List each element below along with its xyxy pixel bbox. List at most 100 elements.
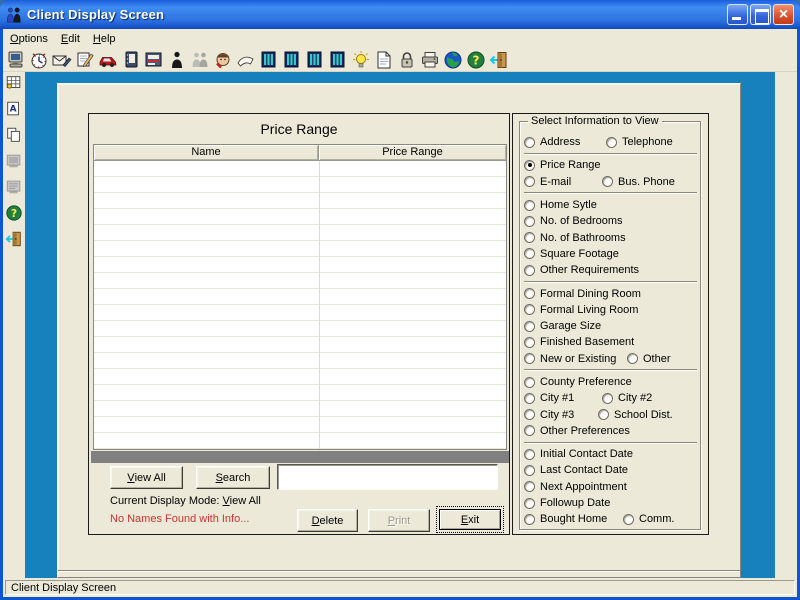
menu-help[interactable]: Help — [93, 33, 116, 45]
radio-option-no-of-bathrooms[interactable]: No. of Bathrooms — [524, 232, 626, 244]
help-icon[interactable]: ? — [466, 50, 486, 70]
table-row[interactable] — [94, 241, 506, 257]
table-row[interactable] — [94, 321, 506, 337]
radio-button-icon[interactable] — [524, 321, 535, 332]
radio-button-icon[interactable] — [602, 393, 613, 404]
radio-button-icon[interactable] — [524, 409, 535, 420]
radio-option-home-sytle[interactable]: Home Sytle — [524, 199, 597, 211]
radio-button-icon[interactable] — [524, 304, 535, 315]
close-icon[interactable] — [773, 4, 794, 25]
document-icon[interactable] — [374, 50, 394, 70]
radio-button-icon[interactable] — [524, 377, 535, 388]
radio-option-last-contact-date[interactable]: Last Contact Date — [524, 464, 628, 476]
radio-button-icon[interactable] — [627, 353, 638, 364]
printer-icon[interactable] — [420, 50, 440, 70]
lock-icon[interactable] — [397, 50, 417, 70]
radio-option-comm[interactable]: Comm. — [623, 511, 674, 527]
radio-button-icon[interactable] — [524, 265, 535, 276]
notepad-icon[interactable] — [75, 50, 95, 70]
table-row[interactable] — [94, 209, 506, 225]
radio-option-no-of-bedrooms[interactable]: No. of Bedrooms — [524, 215, 623, 227]
building-icon[interactable] — [259, 50, 279, 70]
radio-button-icon[interactable] — [524, 248, 535, 259]
radio-option-bought-home[interactable]: Bought Home — [524, 513, 607, 525]
radio-button-icon[interactable] — [623, 514, 634, 525]
mail-pen-icon[interactable] — [52, 50, 72, 70]
table-row[interactable] — [94, 257, 506, 273]
radio-button-icon[interactable] — [524, 216, 535, 227]
table-row[interactable] — [94, 433, 506, 449]
bulb-icon[interactable] — [351, 50, 371, 70]
minimize-icon[interactable] — [727, 4, 748, 25]
column-header-price-range[interactable]: Price Range — [319, 145, 506, 160]
building-icon[interactable] — [305, 50, 325, 70]
table-row[interactable] — [94, 353, 506, 369]
building-icon[interactable] — [328, 50, 348, 70]
copy-icon[interactable] — [5, 126, 23, 144]
radio-button-icon[interactable] — [524, 353, 535, 364]
exit-door-icon[interactable] — [5, 230, 23, 248]
table-row[interactable] — [94, 417, 506, 433]
font-a-icon[interactable]: A — [5, 100, 23, 118]
radio-button-icon[interactable] — [524, 393, 535, 404]
radio-option-square-footage[interactable]: Square Footage — [524, 248, 619, 260]
radio-button-icon[interactable] — [524, 137, 535, 148]
table-row[interactable] — [94, 305, 506, 321]
building-icon[interactable] — [282, 50, 302, 70]
radio-button-icon[interactable] — [524, 481, 535, 492]
radio-option-formal-dining-room[interactable]: Formal Dining Room — [524, 288, 641, 300]
radio-button-icon[interactable] — [524, 514, 535, 525]
radio-button-icon[interactable] — [524, 498, 535, 509]
radio-option-next-appointment[interactable]: Next Appointment — [524, 481, 627, 493]
radio-option-price-range[interactable]: Price Range — [524, 159, 601, 171]
radio-option-new-or-existing[interactable]: New or Existing — [524, 353, 616, 365]
radio-option-city-1[interactable]: City #1 — [524, 392, 574, 404]
radio-option-initial-contact-date[interactable]: Initial Contact Date — [524, 448, 633, 460]
radio-button-icon[interactable] — [524, 176, 535, 187]
radio-option-bus-phone[interactable]: Bus. Phone — [602, 174, 675, 190]
table-row[interactable] — [94, 337, 506, 353]
radio-option-formal-living-room[interactable]: Formal Living Room — [524, 304, 638, 316]
radio-option-garage-size[interactable]: Garage Size — [524, 320, 601, 332]
menu-edit[interactable]: Edit — [61, 33, 80, 45]
radio-button-icon[interactable] — [524, 160, 535, 171]
radio-button-icon[interactable] — [606, 137, 617, 148]
radio-button-icon[interactable] — [524, 465, 535, 476]
radio-button-icon[interactable] — [524, 449, 535, 460]
radio-option-telephone[interactable]: Telephone — [606, 134, 673, 150]
radio-option-other-requirements[interactable]: Other Requirements — [524, 264, 639, 276]
table-row[interactable] — [94, 177, 506, 193]
radio-button-icon[interactable] — [524, 288, 535, 299]
search-input[interactable] — [277, 464, 498, 490]
table-row[interactable] — [94, 401, 506, 417]
table-row[interactable] — [94, 385, 506, 401]
delete-button[interactable]: Delete — [297, 509, 358, 532]
exit-button[interactable]: Exit — [439, 509, 501, 530]
radio-option-address[interactable]: Address — [524, 136, 580, 148]
radio-button-icon[interactable] — [524, 200, 535, 211]
table-row[interactable] — [94, 369, 506, 385]
radio-option-school-dist[interactable]: School Dist. — [598, 406, 673, 422]
binder-icon[interactable] — [121, 50, 141, 70]
person-icon[interactable] — [167, 50, 187, 70]
search-button[interactable]: Search — [196, 466, 270, 489]
clock-icon[interactable] — [29, 50, 49, 70]
car-icon[interactable] — [98, 50, 118, 70]
radio-button-icon[interactable] — [602, 176, 613, 187]
phone-icon[interactable] — [236, 50, 256, 70]
view-all-button[interactable]: View All — [110, 466, 183, 489]
table-row[interactable] — [94, 273, 506, 289]
radio-option-city-2[interactable]: City #2 — [602, 390, 652, 406]
radio-button-icon[interactable] — [524, 337, 535, 348]
radio-option-e-mail[interactable]: E-mail — [524, 176, 571, 188]
radio-option-followup-date[interactable]: Followup Date — [524, 497, 610, 509]
computer-icon[interactable] — [6, 50, 26, 70]
table-row[interactable] — [94, 193, 506, 209]
horizontal-scrollbar[interactable] — [91, 451, 509, 463]
table-row[interactable] — [94, 289, 506, 305]
exit-door-icon[interactable] — [489, 50, 509, 70]
help-icon[interactable]: ? — [5, 204, 23, 222]
form-icon[interactable] — [144, 50, 164, 70]
radio-option-county-preference[interactable]: County Preference — [524, 376, 632, 388]
radio-button-icon[interactable] — [524, 232, 535, 243]
